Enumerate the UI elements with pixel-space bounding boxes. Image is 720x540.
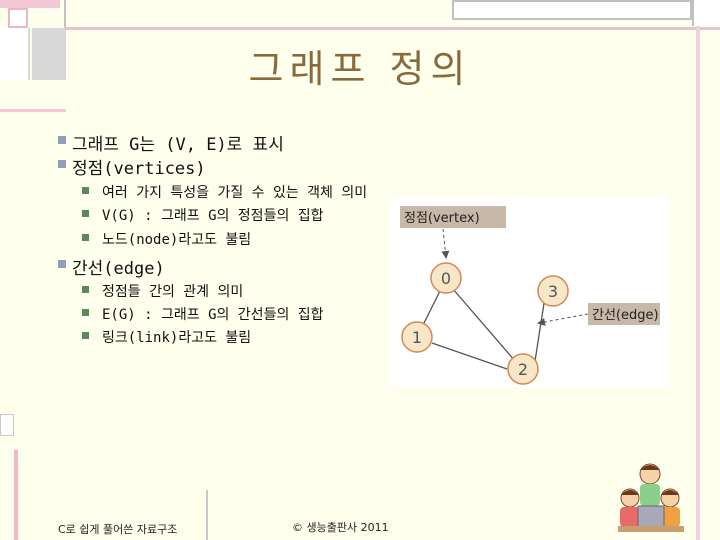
bullet-marker-2 — [58, 160, 66, 168]
bullet-3: 여러 가지 특성을 가질 수 있는 객체 의미 — [102, 185, 368, 201]
bullet-2: 정점(vertices) — [72, 159, 206, 179]
node-0-label: 0 — [441, 269, 451, 288]
bullet-marker-1 — [58, 136, 66, 144]
bullet-9: 링크(link)라고도 불림 — [102, 330, 252, 346]
slide: 그래프 정의 그래프 G는 (V, E)로 표시 정점(vertices) 여러… — [0, 0, 720, 540]
footer-center: © 생능출판사 2011 — [292, 521, 389, 534]
bullet-5: 노드(node)라고도 불림 — [102, 232, 252, 248]
deco-box-topright — [452, 0, 692, 20]
deco-vline-left-pink — [14, 450, 18, 540]
node-3-label: 3 — [548, 282, 558, 301]
edge-0-1 — [422, 288, 442, 326]
bullet-marker-9 — [82, 332, 89, 339]
node-1-label: 1 — [412, 328, 422, 347]
children-illustration — [600, 460, 700, 540]
bullet-marker-5 — [82, 234, 89, 241]
bullet-marker-8 — [82, 309, 89, 316]
deco-small-box-left — [0, 414, 14, 436]
edge-pointer — [537, 313, 589, 326]
deco-hline-top — [64, 27, 720, 30]
graph-figure: 0 1 2 3 정점(vertex) 간선(edge) — [389, 197, 669, 387]
bullet-marker-4 — [82, 210, 89, 217]
bullet-1: 그래프 G는 (V, E)로 표시 — [72, 135, 284, 155]
deco-vline-left — [64, 0, 66, 30]
edge-0-2 — [452, 288, 516, 362]
children-illustration-svg — [618, 463, 684, 532]
edge-label: 간선(edge) — [592, 308, 659, 323]
bullet-6: 간선(edge) — [72, 259, 165, 279]
deco-bar-top-left — [0, 0, 60, 8]
deco-square-topleft — [8, 8, 28, 28]
bullet-7: 정점들 간의 관계 의미 — [102, 284, 244, 300]
deco-hline-left — [0, 109, 66, 112]
edge-1-2 — [431, 342, 508, 370]
bullet-marker-3 — [82, 187, 89, 194]
bullet-marker-7 — [82, 286, 89, 293]
edge-2-3 — [534, 296, 546, 362]
bullet-4: V(G) : 그래프 G의 정점들의 집합 — [102, 208, 324, 224]
deco-vline-bottom-center — [206, 490, 208, 540]
footer-left: C로 쉽게 풀어쓴 자료구조 — [58, 523, 178, 536]
bullet-marker-6 — [58, 260, 66, 268]
slide-title: 그래프 정의 — [248, 47, 472, 91]
deco-box-topright-square — [692, 0, 720, 26]
bullet-8: E(G) : 그래프 G의 간선들의 집합 — [102, 307, 324, 323]
vertex-pointer — [441, 228, 450, 259]
node-2-label: 2 — [518, 360, 528, 379]
graph-svg: 0 1 2 3 정점(vertex) 간선(edge) — [400, 206, 660, 385]
vertex-label: 정점(vertex) — [404, 211, 480, 226]
